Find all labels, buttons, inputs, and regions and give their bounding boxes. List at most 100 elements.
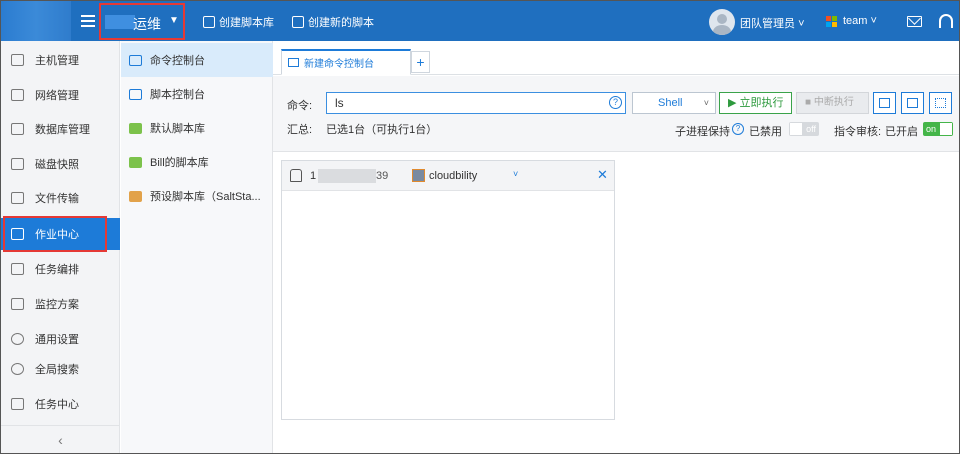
audit-toggle[interactable]: on	[923, 122, 953, 136]
tab-new-command-console[interactable]: 新建命令控制台	[281, 49, 411, 75]
left-nav: 主机管理 网络管理 数据库管理 磁盘快照 文件传输 作业中心 任务编排 监控方案…	[1, 41, 120, 453]
screen-add-icon	[907, 98, 918, 108]
subnav-item-label: Bill的脚本库	[150, 157, 209, 169]
create-library-button[interactable]: 创建脚本库	[203, 14, 274, 30]
new-script-icon	[292, 16, 304, 28]
terminal-icon	[288, 58, 299, 67]
team-menu[interactable]: team ˅	[843, 15, 877, 27]
nav-item-task-center[interactable]: 任务中心	[1, 388, 120, 420]
monitor-icon	[11, 54, 24, 66]
database-green-icon	[129, 156, 142, 168]
disk-icon	[11, 158, 24, 170]
nav-item-label: 文件传输	[35, 193, 79, 205]
screen-add-button[interactable]	[901, 92, 924, 114]
nav-item-job-center[interactable]: 作业中心	[1, 218, 120, 250]
tab-label: 新建命令控制台	[304, 59, 374, 70]
run-now-button[interactable]: ▶ 立即执行	[719, 92, 792, 114]
nav-item-label: 磁盘快照	[35, 159, 79, 171]
nav-item-label: 通用设置	[35, 334, 79, 346]
help-icon[interactable]: ?	[609, 96, 622, 109]
nav-item-database[interactable]: 数据库管理	[1, 113, 120, 145]
headset-icon[interactable]	[939, 14, 953, 28]
nav-item-label: 任务中心	[35, 399, 79, 411]
stop-execution-button[interactable]: ■ 中断执行	[796, 92, 869, 114]
nav-item-host[interactable]: 主机管理	[1, 44, 120, 76]
close-icon[interactable]: ✕	[597, 167, 608, 183]
subnav-item-label: 命令控制台	[150, 55, 205, 67]
subnav-item-label: 预设脚本库（SaltSta...	[150, 191, 261, 203]
script-icon	[129, 88, 142, 100]
audit-status: 已开启	[885, 126, 918, 138]
monitor-chart-icon	[11, 298, 24, 310]
gear-icon	[11, 333, 24, 345]
user-role-menu[interactable]: 团队管理员 ˅	[740, 15, 805, 31]
project-name: 运维	[133, 16, 161, 32]
nav-item-settings[interactable]: 通用设置	[1, 323, 120, 355]
chevron-down-icon: ▼	[169, 15, 179, 26]
host-ip-blur	[318, 169, 376, 183]
database-green-icon	[129, 122, 142, 134]
subprocess-status: 已禁用	[749, 126, 782, 138]
create-script-button[interactable]: 创建新的脚本	[292, 14, 374, 30]
host-ip-lead: 1	[310, 170, 317, 182]
command-input[interactable]: ls	[326, 92, 626, 114]
grid-view-button[interactable]	[929, 92, 952, 114]
subnav-item-preset-library[interactable]: 预设脚本库（SaltSta...	[121, 179, 273, 213]
nav-item-task-orchestration[interactable]: 任务编排	[1, 253, 120, 285]
sitemap-button[interactable]	[873, 92, 896, 114]
terminal-window[interactable]: 1 39 cloudbility ˅ ✕	[281, 160, 615, 420]
nav-item-snapshot[interactable]: 磁盘快照	[1, 148, 120, 180]
help-icon[interactable]: ?	[732, 123, 744, 135]
add-tab-button[interactable]: +	[411, 51, 430, 73]
menu-icon[interactable]	[81, 12, 95, 30]
subnav-item-bill-library[interactable]: Bill的脚本库	[121, 145, 273, 179]
terminal-header: 1 39 cloudbility ˅ ✕	[282, 161, 614, 191]
audit-label: 指令审核:	[834, 126, 882, 138]
mail-icon[interactable]	[907, 16, 922, 27]
database-icon	[11, 123, 24, 135]
file-transfer-icon	[11, 192, 24, 204]
project-selector[interactable]: 运维 ▼	[99, 3, 185, 40]
subnav-item-default-library[interactable]: 默认脚本库	[121, 111, 273, 145]
tab-bar: 新建命令控制台 +	[273, 41, 959, 75]
host-icon	[412, 169, 425, 182]
nav-item-global-search[interactable]: 全局搜索	[1, 353, 120, 385]
subprocess-toggle[interactable]: off	[789, 122, 819, 136]
host-name: cloudbility	[429, 170, 478, 182]
nav-item-label: 作业中心	[35, 229, 79, 241]
summary-label: 汇总:	[287, 124, 313, 136]
command-panel: 命令: ls ? Shell ˅ ▶ 立即执行 ■ 中断执行 汇总: 已选1台（可…	[273, 76, 959, 152]
nav-item-label: 全局搜索	[35, 364, 79, 376]
subnav-item-command-console[interactable]: 命令控制台	[121, 43, 273, 77]
nav-item-monitoring[interactable]: 监控方案	[1, 288, 120, 320]
nav-item-file-transfer[interactable]: 文件传输	[1, 182, 120, 214]
shell-value: Shell	[658, 97, 683, 109]
chevron-down-icon: ˅	[798, 18, 805, 30]
create-library-label: 创建脚本库	[219, 17, 274, 29]
database-orange-icon	[129, 190, 142, 202]
nav-item-label: 数据库管理	[35, 124, 90, 136]
task-center-icon	[11, 398, 24, 410]
sitemap-icon	[879, 98, 890, 108]
linux-icon	[290, 169, 302, 182]
subnav-item-label: 脚本控制台	[150, 89, 205, 101]
library-icon	[203, 16, 215, 28]
create-script-label: 创建新的脚本	[308, 17, 374, 29]
job-icon	[11, 228, 24, 240]
avatar[interactable]	[709, 9, 735, 35]
team-logo-icon	[826, 16, 837, 27]
nav-item-label: 任务编排	[35, 264, 79, 276]
network-icon	[11, 89, 24, 101]
nav-item-label: 主机管理	[35, 55, 79, 67]
subnav-item-script-console[interactable]: 脚本控制台	[121, 77, 273, 111]
subprocess-label: 子进程保持	[675, 126, 730, 138]
shell-select[interactable]: Shell ˅	[632, 92, 716, 114]
collapse-sidebar-button[interactable]: ‹	[1, 425, 120, 453]
command-label: 命令:	[287, 100, 313, 112]
nav-item-network[interactable]: 网络管理	[1, 79, 120, 111]
search-icon	[11, 363, 24, 375]
grid-icon	[935, 98, 946, 108]
summary-value: 已选1台（可执行1台）	[326, 124, 438, 136]
chevron-down-icon[interactable]: ˅	[513, 169, 518, 179]
team-name-label: team	[843, 15, 868, 27]
